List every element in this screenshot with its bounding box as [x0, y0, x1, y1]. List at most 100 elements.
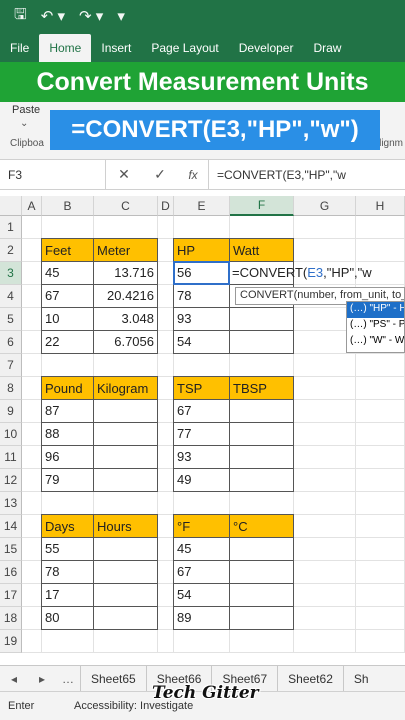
tab-file[interactable]: File — [0, 41, 39, 62]
feet_meter-cell[interactable]: 22 — [41, 330, 94, 354]
days_hours-cell[interactable]: 80 — [41, 606, 94, 630]
row-header-13[interactable]: 13 — [0, 492, 22, 515]
row-header-18[interactable]: 18 — [0, 607, 22, 630]
name-box[interactable]: F3 — [0, 160, 106, 189]
pound_kilogram-cell[interactable]: 79 — [41, 468, 94, 492]
f_c-cell[interactable] — [229, 583, 294, 607]
tsp_tbsp-cell[interactable]: 77 — [173, 422, 230, 446]
f_c-cell[interactable] — [229, 560, 294, 584]
feet_meter-header-0[interactable]: Feet — [41, 238, 94, 262]
row-header-14[interactable]: 14 — [0, 515, 22, 538]
pound_kilogram-cell[interactable]: 96 — [41, 445, 94, 469]
hp_watt-header-1[interactable]: Watt — [229, 238, 294, 262]
row-header-2[interactable]: 2 — [0, 239, 22, 262]
column-header-b[interactable]: B — [42, 196, 94, 216]
feet_meter-cell[interactable]: 67 — [41, 284, 94, 308]
f_c-cell[interactable] — [229, 606, 294, 630]
feet_meter-header-1[interactable]: Meter — [93, 238, 158, 262]
sheet-tab[interactable]: Sheet62 — [277, 666, 343, 691]
tsp_tbsp-cell[interactable] — [229, 445, 294, 469]
hp_watt-header-0[interactable]: HP — [173, 238, 230, 262]
sheet-tab[interactable]: Sh — [342, 666, 379, 691]
days_hours-cell[interactable]: 17 — [41, 583, 94, 607]
paste-button[interactable]: Paste — [12, 104, 40, 116]
feet_meter-cell[interactable]: 13.716 — [93, 261, 158, 285]
pound_kilogram-cell[interactable] — [93, 445, 158, 469]
f_c-cell[interactable]: 45 — [173, 537, 230, 561]
undo-icon[interactable]: ↶ ▾ — [41, 7, 65, 25]
hp_watt-cell[interactable]: 93 — [173, 307, 230, 331]
row-header-11[interactable]: 11 — [0, 446, 22, 469]
sheet-tab[interactable]: Sheet65 — [80, 666, 146, 691]
more-sheets-button[interactable]: … — [56, 672, 80, 686]
row-header-17[interactable]: 17 — [0, 584, 22, 607]
pound_kilogram-cell[interactable] — [93, 468, 158, 492]
autocomplete-item[interactable]: (…) "W" - W — [347, 334, 404, 350]
tab-home[interactable]: Home — [39, 34, 92, 62]
pound_kilogram-cell[interactable] — [93, 422, 158, 446]
editing-cell-f3[interactable]: =CONVERT(E3,"HP","w — [232, 265, 372, 280]
tsp_tbsp-cell[interactable]: 67 — [173, 399, 230, 423]
f_c-header-1[interactable]: °C — [229, 514, 294, 538]
tsp_tbsp-header-1[interactable]: TBSP — [229, 376, 294, 400]
prev-sheet-icon[interactable]: ◂ — [0, 672, 28, 686]
feet_meter-cell[interactable]: 45 — [41, 261, 94, 285]
row-header-1[interactable]: 1 — [0, 216, 22, 239]
days_hours-cell[interactable] — [93, 583, 158, 607]
tsp_tbsp-header-0[interactable]: TSP — [173, 376, 230, 400]
tab-draw[interactable]: Draw — [303, 41, 351, 62]
days_hours-cell[interactable] — [93, 606, 158, 630]
row-header-9[interactable]: 9 — [0, 400, 22, 423]
pound_kilogram-cell[interactable]: 88 — [41, 422, 94, 446]
tsp_tbsp-cell[interactable]: 49 — [173, 468, 230, 492]
tsp_tbsp-cell[interactable] — [229, 422, 294, 446]
f_c-cell[interactable]: 54 — [173, 583, 230, 607]
column-header-g[interactable]: G — [294, 196, 356, 216]
pound_kilogram-cell[interactable]: 87 — [41, 399, 94, 423]
select-all-corner[interactable] — [0, 196, 22, 216]
tsp_tbsp-cell[interactable] — [229, 399, 294, 423]
row-header-6[interactable]: 6 — [0, 331, 22, 354]
save-icon[interactable]: 🖫 — [14, 4, 27, 29]
tab-page-layout[interactable]: Page Layout — [141, 41, 228, 62]
enter-icon[interactable]: ✓ — [142, 166, 178, 183]
pound_kilogram-header-1[interactable]: Kilogram — [93, 376, 158, 400]
column-header-c[interactable]: C — [94, 196, 158, 216]
tab-developer[interactable]: Developer — [229, 41, 304, 62]
days_hours-cell[interactable]: 55 — [41, 537, 94, 561]
days_hours-cell[interactable] — [93, 537, 158, 561]
column-header-f[interactable]: F — [230, 196, 294, 216]
row-header-16[interactable]: 16 — [0, 561, 22, 584]
hp_watt-cell[interactable]: 54 — [173, 330, 230, 354]
autocomplete-list[interactable]: (…) "HP" - H (…) "PS" - P (…) "W" - W — [346, 301, 405, 353]
f_c-cell[interactable]: 89 — [173, 606, 230, 630]
column-header-h[interactable]: H — [356, 196, 405, 216]
tab-insert[interactable]: Insert — [91, 41, 141, 62]
days_hours-cell[interactable]: 78 — [41, 560, 94, 584]
feet_meter-cell[interactable]: 10 — [41, 307, 94, 331]
insert-function-icon[interactable]: fx — [178, 168, 208, 182]
feet_meter-cell[interactable]: 3.048 — [93, 307, 158, 331]
row-header-8[interactable]: 8 — [0, 377, 22, 400]
autocomplete-item[interactable]: (…) "HP" - H — [347, 302, 404, 318]
row-header-4[interactable]: 4 — [0, 285, 22, 308]
cancel-icon[interactable]: ✕ — [106, 166, 142, 183]
tsp_tbsp-cell[interactable]: 93 — [173, 445, 230, 469]
autocomplete-item[interactable]: (…) "PS" - P — [347, 318, 404, 334]
hp_watt-cell[interactable]: 78 — [173, 284, 230, 308]
column-header-a[interactable]: A — [22, 196, 42, 216]
row-header-19[interactable]: 19 — [0, 630, 22, 653]
pound_kilogram-cell[interactable] — [93, 399, 158, 423]
chevron-down-icon[interactable]: ⌄ — [20, 118, 28, 129]
f_c-cell[interactable]: 67 — [173, 560, 230, 584]
days_hours-header-0[interactable]: Days — [41, 514, 94, 538]
row-header-3[interactable]: 3 — [0, 262, 22, 285]
days_hours-header-1[interactable]: Hours — [93, 514, 158, 538]
feet_meter-cell[interactable]: 20.4216 — [93, 284, 158, 308]
feet_meter-cell[interactable]: 6.7056 — [93, 330, 158, 354]
formula-input[interactable]: =CONVERT(E3,"HP","w — [208, 160, 405, 189]
next-sheet-icon[interactable]: ▸ — [28, 672, 56, 686]
row-header-15[interactable]: 15 — [0, 538, 22, 561]
hp_watt-cell[interactable] — [229, 330, 294, 354]
tsp_tbsp-cell[interactable] — [229, 468, 294, 492]
